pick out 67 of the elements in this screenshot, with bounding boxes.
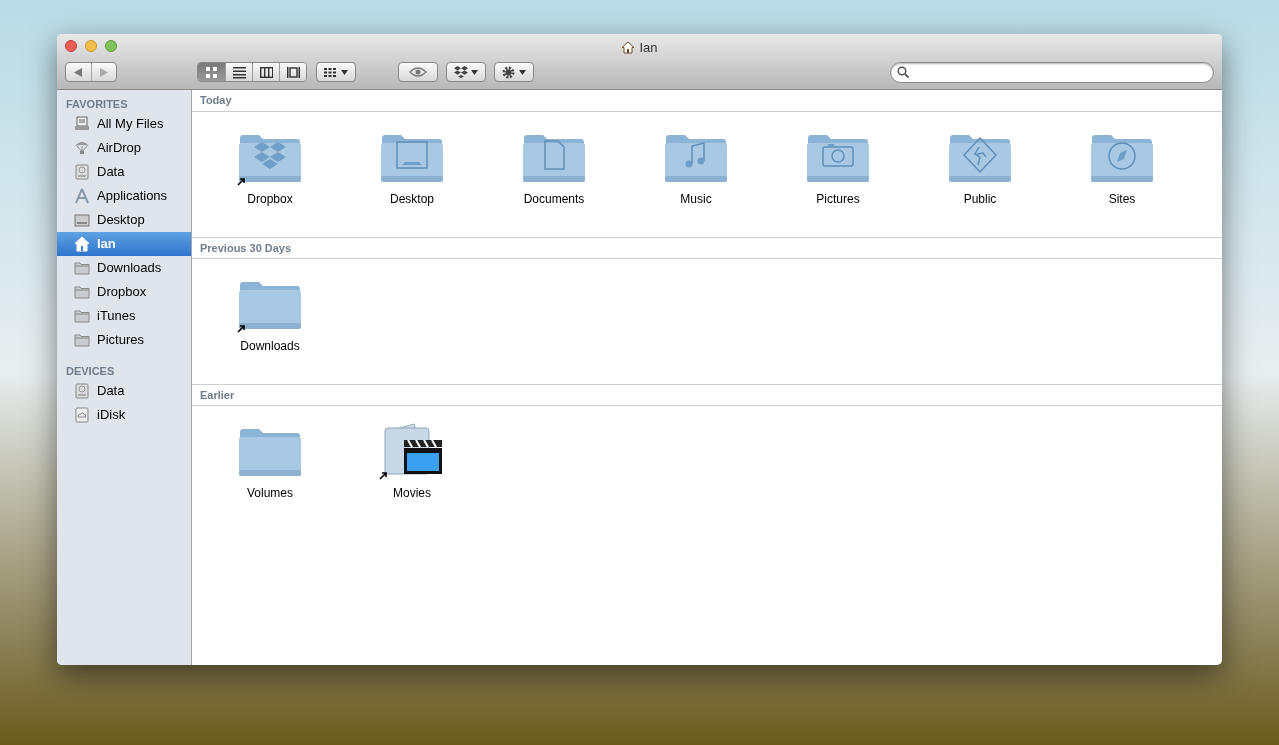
caret-icon bbox=[341, 69, 348, 75]
idisk-icon bbox=[74, 407, 90, 423]
home-icon bbox=[621, 41, 636, 55]
arrange-button[interactable] bbox=[316, 62, 356, 82]
eye-icon bbox=[409, 67, 427, 77]
sidebar-item[interactable]: Desktop bbox=[57, 208, 191, 232]
columns-view-button[interactable] bbox=[252, 63, 279, 81]
sidebar-heading: FAVORITES bbox=[65, 96, 129, 112]
coverflow-view-icon bbox=[286, 65, 300, 79]
sidebar-heading: DEVICES bbox=[65, 363, 116, 379]
grid-icon bbox=[324, 67, 336, 77]
sidebar-item[interactable]: AirDrop bbox=[57, 136, 191, 160]
back-icon[interactable] bbox=[74, 67, 83, 77]
folder-icon bbox=[74, 308, 90, 324]
folder-item[interactable]: Downloads bbox=[199, 275, 341, 355]
folder-item[interactable]: Volumes bbox=[199, 422, 341, 502]
quick-look-button[interactable] bbox=[398, 62, 438, 82]
apps-icon bbox=[74, 188, 90, 204]
caret-icon bbox=[519, 69, 526, 75]
gear-icon bbox=[502, 65, 515, 79]
list-view-icon bbox=[232, 65, 246, 79]
close-button[interactable] bbox=[65, 40, 77, 52]
sidebar-item[interactable]: Dropbox bbox=[57, 280, 191, 304]
icons-view-icon bbox=[205, 65, 218, 79]
folder-icon bbox=[74, 260, 90, 276]
sidebar-item[interactable]: iTunes bbox=[57, 304, 191, 328]
folder-item[interactable]: Public bbox=[909, 128, 1051, 208]
folder-icon bbox=[74, 332, 90, 348]
action-button[interactable] bbox=[494, 62, 534, 82]
section-header: Earlier bbox=[192, 384, 1222, 406]
zoom-button[interactable] bbox=[105, 40, 117, 52]
folder-item[interactable]: Desktop bbox=[341, 128, 483, 208]
coverflow-view-button[interactable] bbox=[279, 63, 306, 81]
section-header: Previous 30 Days bbox=[192, 237, 1222, 259]
window-title: Ian bbox=[639, 39, 658, 57]
folder-item[interactable]: Dropbox bbox=[199, 128, 341, 208]
alias-arrow-icon bbox=[237, 177, 246, 186]
share-button[interactable] bbox=[446, 62, 486, 82]
desktop-icon bbox=[74, 212, 90, 228]
sidebar-item[interactable]: Downloads bbox=[57, 256, 191, 280]
back-forward-control[interactable] bbox=[65, 62, 117, 82]
folder-item[interactable]: Sites bbox=[1051, 128, 1193, 208]
sidebar-item[interactable]: Applications bbox=[57, 184, 191, 208]
home-icon bbox=[74, 236, 90, 252]
airdrop-icon bbox=[74, 140, 90, 156]
caret-icon bbox=[471, 69, 478, 75]
search-icon bbox=[897, 66, 909, 78]
files-icon bbox=[74, 116, 90, 132]
folder-icon bbox=[74, 284, 90, 300]
dropbox-icon bbox=[454, 66, 468, 78]
folder-item[interactable]: Music bbox=[625, 128, 767, 208]
alias-arrow-icon bbox=[237, 324, 246, 333]
folder-item[interactable]: Movies bbox=[341, 422, 483, 502]
alias-arrow-icon bbox=[379, 471, 388, 480]
sidebar-item[interactable]: Data bbox=[57, 379, 191, 403]
sidebar-item[interactable]: Data bbox=[57, 160, 191, 184]
sidebar-item[interactable]: All My Files bbox=[57, 112, 191, 136]
list-view-button[interactable] bbox=[225, 63, 252, 81]
sidebar-item[interactable]: iDisk bbox=[57, 403, 191, 427]
folder-item[interactable]: Pictures bbox=[767, 128, 909, 208]
sidebar-item[interactable]: Pictures bbox=[57, 328, 191, 352]
columns-view-icon bbox=[259, 65, 273, 79]
sidebar-item[interactable]: Ian bbox=[57, 232, 191, 256]
search-field[interactable] bbox=[890, 61, 1214, 83]
section-header: Today bbox=[192, 90, 1222, 112]
icons-view-button[interactable] bbox=[198, 63, 225, 81]
folder-item[interactable]: Documents bbox=[483, 128, 625, 208]
